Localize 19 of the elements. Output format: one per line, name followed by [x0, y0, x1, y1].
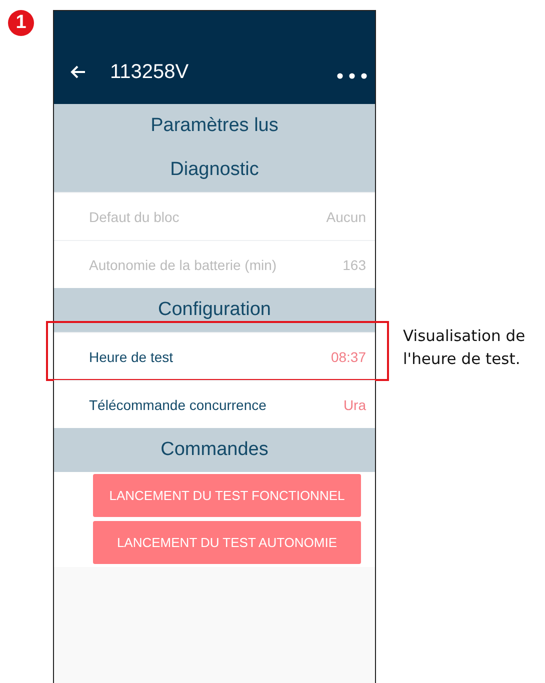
section-header: Paramètres lus — [54, 104, 375, 148]
action-button[interactable]: LANCEMENT DU TEST FONCTIONNEL — [93, 474, 361, 517]
back-arrow-icon[interactable] — [70, 65, 86, 79]
callout-text: Visualisation de l'heure de test. — [403, 326, 526, 370]
step-number-badge: 1 — [8, 10, 34, 36]
setting-label: Heure de test — [89, 348, 174, 364]
setting-value: 08:37 — [330, 348, 366, 364]
section-header: Configuration — [54, 288, 375, 332]
section-header: Commandes — [54, 428, 375, 472]
setting-value: Aucun — [326, 208, 366, 224]
section-header: Diagnostic — [54, 148, 375, 192]
setting-value: 163 — [342, 256, 366, 272]
setting-value: Ura — [343, 396, 366, 412]
screen-title: 113258V — [110, 61, 190, 84]
action-button[interactable]: LANCEMENT DU TEST AUTONOMIE — [93, 521, 361, 564]
setting-label: Defaut du bloc — [89, 208, 180, 224]
setting-label: Télécommande concurrence — [89, 396, 266, 412]
setting-label: Autonomie de la batterie (min) — [89, 256, 277, 272]
more-options-icon[interactable] — [337, 73, 367, 79]
